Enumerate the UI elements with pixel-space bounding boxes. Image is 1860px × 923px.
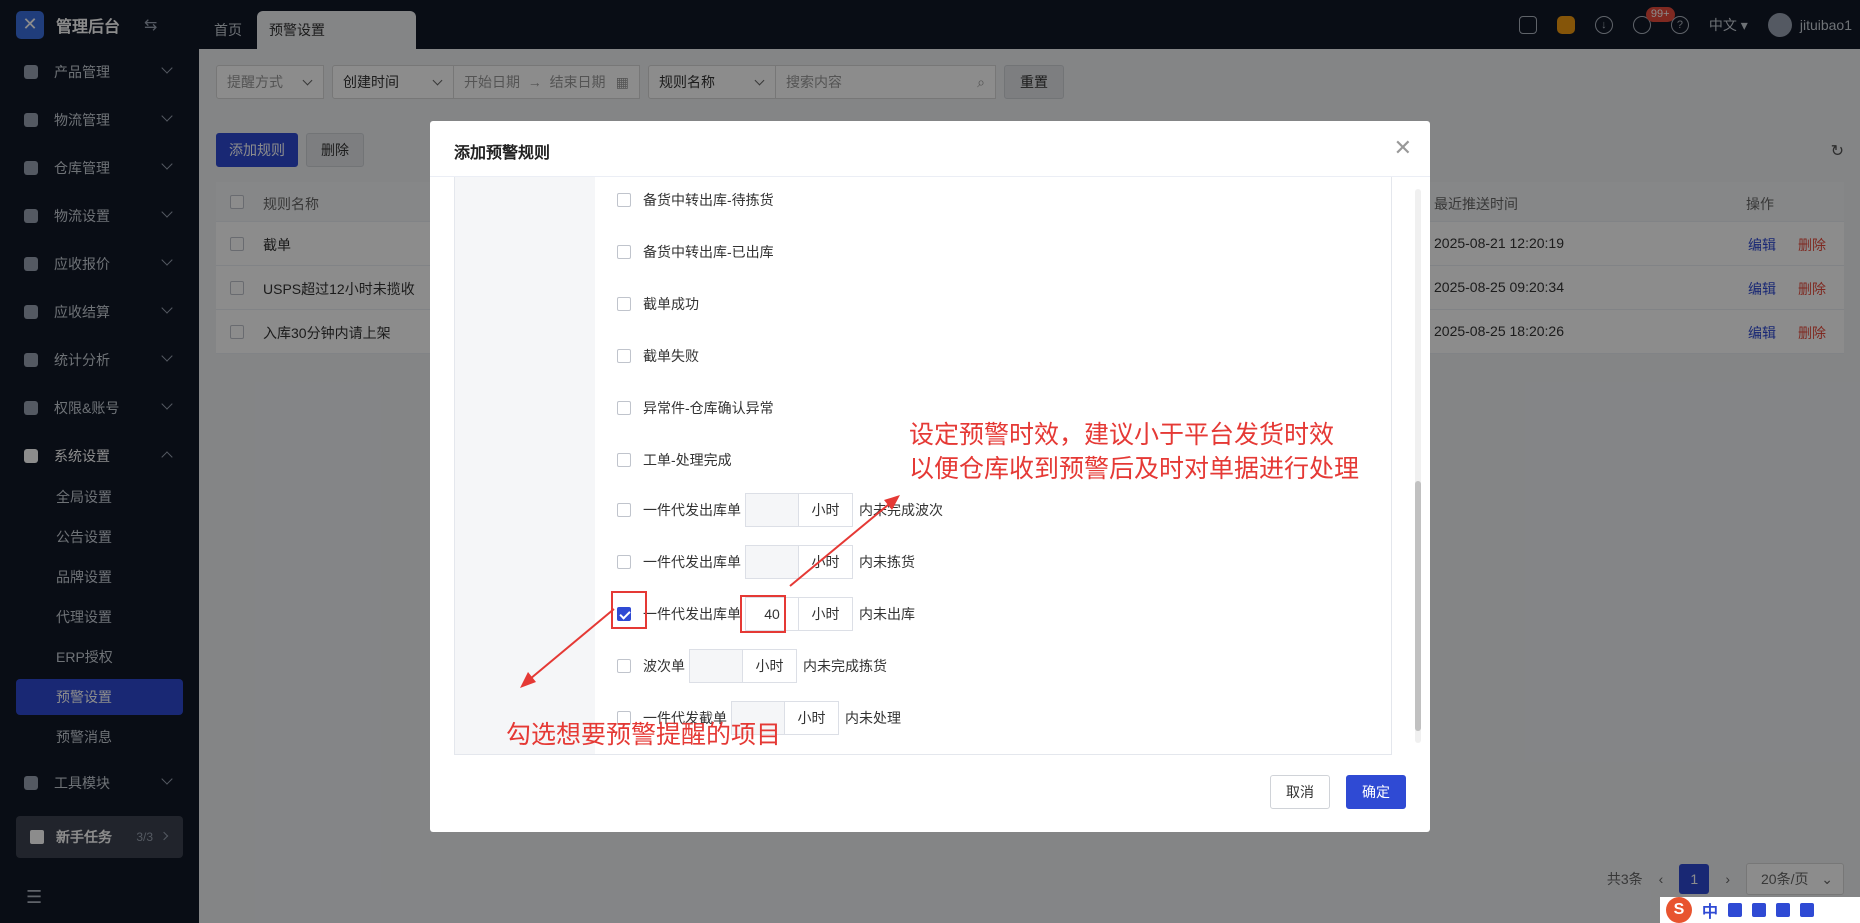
sogou-icon[interactable]: S [1666, 897, 1692, 923]
ime-mode[interactable]: 中 [1702, 898, 1718, 922]
keyboard-icon[interactable] [1776, 903, 1791, 917]
microphone-icon[interactable] [1752, 903, 1767, 917]
annotation-check-items: 勾选想要预警提醒的项目 [506, 720, 782, 749]
annotation-timing-line1: 设定预警时效，建议小于平台发货时效 [909, 420, 1335, 449]
annotation-timing-line2: 以便仓库收到预警后及时对单据进行处理 [909, 454, 1360, 483]
ime-tray: S 中 [1660, 897, 1860, 923]
punctuation-icon[interactable] [1728, 903, 1743, 917]
skin-icon[interactable] [1800, 903, 1815, 917]
